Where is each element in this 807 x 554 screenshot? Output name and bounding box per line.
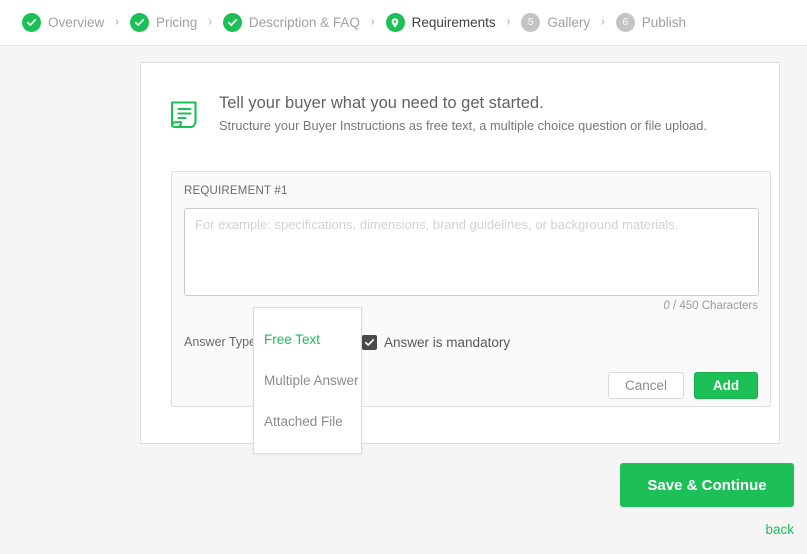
breadcrumb-label: Requirements [412,15,496,30]
step-breadcrumb-bar: Overview › Pricing › Description & FAQ ›… [0,0,807,46]
breadcrumb-label: Gallery [547,15,590,30]
check-icon [22,13,41,32]
mandatory-checkbox-group[interactable]: Answer is mandatory [362,335,510,350]
page-title: Tell your buyer what you need to get sta… [219,93,707,114]
character-count-limit: / 450 Characters [670,300,758,312]
breadcrumb-label: Description & FAQ [249,15,360,30]
breadcrumb-step-description-faq[interactable]: Description & FAQ [223,0,360,46]
chevron-right-icon: › [371,16,375,29]
breadcrumb-label: Overview [48,15,104,30]
requirement-textarea[interactable] [184,208,759,296]
check-icon [364,337,375,348]
check-icon [223,13,242,32]
card-header: Tell your buyer what you need to get sta… [141,63,779,138]
breadcrumb-step-pricing[interactable]: Pricing [130,0,197,46]
cancel-button[interactable]: Cancel [608,372,684,399]
dropdown-option-attached-file[interactable]: Attached File [254,401,361,442]
step-number-badge: 6 [616,13,635,32]
chevron-right-icon: › [208,16,212,29]
check-icon [130,13,149,32]
breadcrumb-step-gallery[interactable]: 5 Gallery [521,0,590,46]
character-counter: 0 / 450 Characters [663,300,758,312]
location-pin-icon [386,13,405,32]
chevron-right-icon: › [507,16,511,29]
dropdown-option-multiple-answer[interactable]: Multiple Answer [254,360,361,401]
step-number-badge: 5 [521,13,540,32]
breadcrumb-step-requirements[interactable]: Requirements [386,0,496,46]
page-subtitle: Structure your Buyer Instructions as fre… [219,118,707,134]
requirements-card: Tell your buyer what you need to get sta… [140,62,780,444]
requirement-label: REQUIREMENT #1 [184,185,288,197]
back-link[interactable]: back [765,522,794,537]
mandatory-checkbox[interactable] [362,335,377,350]
step-number: 6 [622,17,628,28]
breadcrumb-step-publish[interactable]: 6 Publish [616,0,686,46]
breadcrumb-label: Pricing [156,15,197,30]
dropdown-option-free-text[interactable]: Free Text [254,319,361,360]
add-button[interactable]: Add [694,372,758,399]
step-number: 5 [528,17,534,28]
answer-type-label: Answer Type [184,335,256,349]
mandatory-label: Answer is mandatory [384,335,510,350]
save-and-continue-button[interactable]: Save & Continue [620,463,794,507]
breadcrumb-step-overview[interactable]: Overview [22,0,104,46]
answer-type-dropdown-menu[interactable]: Free Text Multiple Answer Attached File [253,307,362,454]
document-lines-icon [161,92,207,138]
chevron-right-icon: › [115,16,119,29]
breadcrumb-label: Publish [642,15,686,30]
chevron-right-icon: › [601,16,605,29]
requirement-actions: Cancel Add [608,372,758,399]
